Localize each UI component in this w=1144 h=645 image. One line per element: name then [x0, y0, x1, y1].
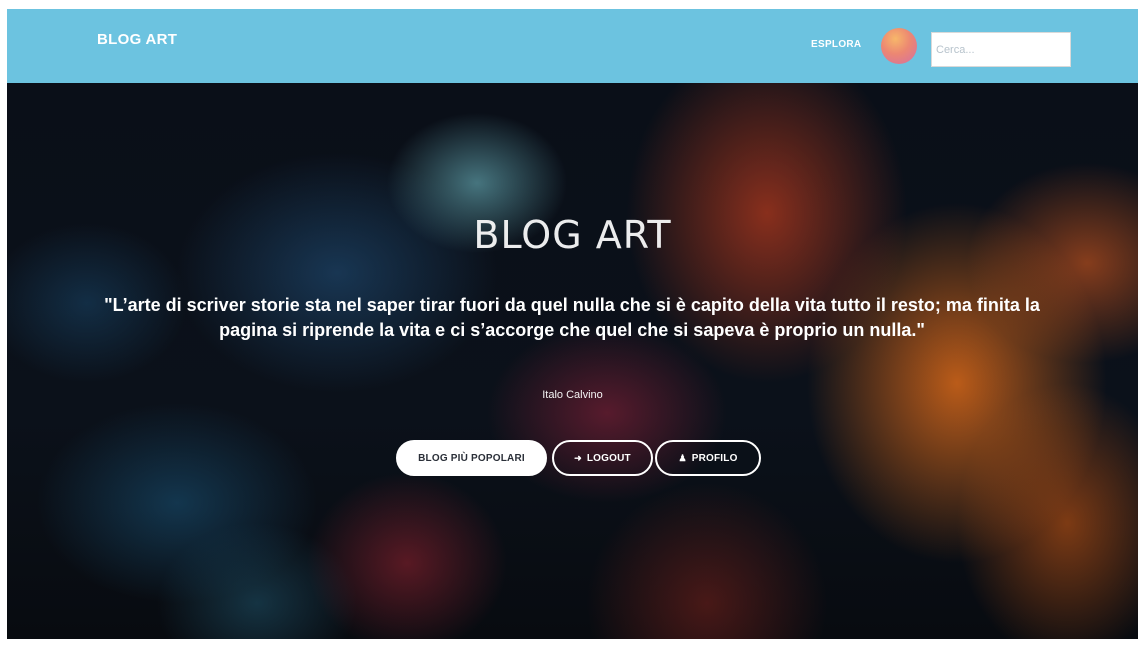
hero-section: BLOG ART "L’arte di scriver storie sta n…	[7, 83, 1138, 639]
search-input[interactable]	[931, 32, 1071, 67]
hero-quote: "L’arte di scriver storie sta nel saper …	[104, 295, 1040, 340]
popular-blogs-label: BLOG PIÙ POPOLARI	[418, 452, 525, 464]
hero-button-row: BLOG PIÙ POPOLARI ➜ LOGOUT ♟ PROFILO	[7, 440, 1138, 476]
logout-button[interactable]: ➜ LOGOUT	[552, 440, 653, 476]
brand-logo[interactable]: BLOG ART	[97, 31, 177, 48]
profile-label: PROFILO	[691, 452, 738, 464]
avatar[interactable]	[881, 28, 917, 64]
page-frame: BLOG ART ESPLORA BLOG ART "L’arte di scr…	[7, 9, 1138, 639]
hero-content: BLOG ART "L’arte di scriver storie sta n…	[7, 83, 1138, 639]
logout-label: LOGOUT	[586, 452, 631, 464]
profile-button[interactable]: ♟ PROFILO	[655, 440, 761, 476]
user-icon: ♟	[678, 452, 687, 463]
nav-explore-link[interactable]: ESPLORA	[811, 39, 861, 50]
quote-author: Italo Calvino	[542, 389, 603, 401]
logout-icon: ➜	[574, 452, 582, 463]
hero-title: BLOG ART	[473, 213, 672, 257]
navbar: BLOG ART ESPLORA	[7, 9, 1138, 83]
popular-blogs-button[interactable]: BLOG PIÙ POPOLARI	[396, 440, 547, 476]
